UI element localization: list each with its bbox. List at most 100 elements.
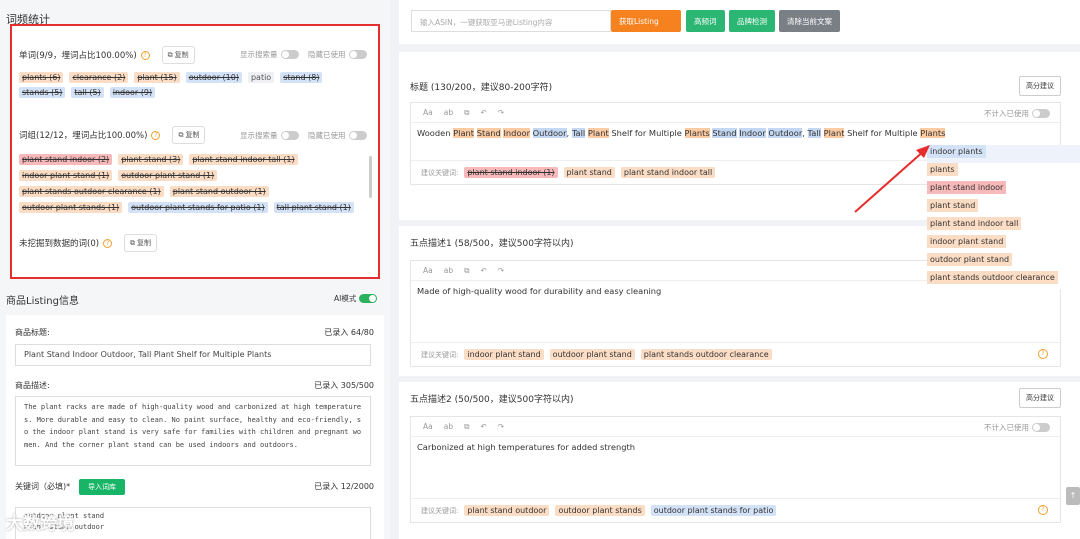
- brand-check-button[interactable]: 品牌检测: [729, 10, 775, 32]
- toggle-switch[interactable]: [1032, 423, 1050, 432]
- copy-icon[interactable]: ⧉: [464, 266, 469, 276]
- copy-unmined-button[interactable]: ⧉ 复制: [124, 234, 158, 252]
- suggested-keyword[interactable]: plant stands outdoor clearance: [640, 349, 772, 360]
- undo-icon[interactable]: ↶: [480, 266, 486, 275]
- keyword-tag[interactable]: outdoor plant stands for patio (1): [128, 202, 268, 213]
- high-score-button[interactable]: 高分建议: [1019, 76, 1061, 96]
- dropdown-row[interactable]: outdoor plant stand: [927, 253, 1080, 271]
- suggested-keyword[interactable]: plant stand indoor (1): [464, 167, 558, 178]
- hide-used-toggle-phrase[interactable]: 隐藏已使用: [308, 130, 367, 141]
- keyword-tag[interactable]: plant stand indoor tall (1): [189, 154, 298, 165]
- keyword-tag[interactable]: patio: [247, 72, 275, 83]
- font-case-icon[interactable]: Aa: [423, 266, 433, 275]
- keyword-tag[interactable]: plant stands outdoor clearance (1): [19, 186, 164, 197]
- keyword-tag[interactable]: plants (6): [19, 72, 64, 83]
- toggle-switch[interactable]: [348, 131, 367, 140]
- dropdown-row[interactable]: plant stands outdoor clearance: [927, 271, 1080, 289]
- suggested-keyword[interactable]: indoor plant stand: [464, 349, 544, 360]
- bullet2-editor[interactable]: Aa ab ⧉ ↶ ↷ 不计入已使用 Carbonized at high temper…: [410, 416, 1061, 523]
- keyword-tag[interactable]: plant stand outdoor (1): [169, 186, 269, 197]
- help-icon[interactable]: ?: [1038, 505, 1048, 515]
- toggle-switch[interactable]: [280, 50, 299, 59]
- keyword-tag[interactable]: plant stand indoor (2): [19, 154, 113, 165]
- keyword-tag[interactable]: plant stand (3): [118, 154, 184, 165]
- toggle-switch[interactable]: [348, 50, 367, 59]
- suggested-keyword[interactable]: outdoor plant stands for patio: [650, 505, 777, 516]
- copy-icon[interactable]: ⧉: [464, 108, 469, 118]
- toggle-switch[interactable]: [359, 294, 378, 303]
- keyword-tag[interactable]: indoor plant stand (1): [19, 170, 113, 181]
- hot-words-button[interactable]: 高频词: [686, 10, 725, 32]
- dropdown-row[interactable]: plant stand indoor tall: [927, 217, 1080, 235]
- phrase-scrollbar[interactable]: [369, 156, 372, 198]
- dropdown-item[interactable]: indoor plant stand: [927, 235, 1007, 248]
- keyword-label: 关键词（必填)*: [15, 482, 71, 491]
- toggle-switch[interactable]: [1032, 109, 1050, 118]
- dropdown-item[interactable]: plant stands outdoor clearance: [927, 271, 1058, 284]
- dropdown-row[interactable]: indoor plant stand: [927, 235, 1080, 253]
- not-count-used-toggle[interactable]: 不计入已使用: [984, 422, 1050, 433]
- dropdown-row[interactable]: plant stand: [927, 199, 1080, 217]
- suggested-keyword[interactable]: plant stand outdoor: [464, 505, 550, 516]
- scroll-top-icon[interactable]: ↑: [1066, 487, 1080, 505]
- keyword-tag[interactable]: plant (15): [134, 72, 180, 83]
- ai-mode-toggle[interactable]: AI模式: [334, 293, 378, 304]
- hide-used-toggle-single[interactable]: 隐藏已使用: [308, 49, 367, 60]
- high-score-button-2[interactable]: 高分建议: [1019, 388, 1061, 408]
- desc-textarea[interactable]: The plant racks are made of high-quality…: [15, 396, 371, 466]
- help-icon[interactable]: ?: [1038, 349, 1048, 359]
- dropdown-item[interactable]: plants: [927, 163, 958, 176]
- keyword-tag[interactable]: stand (8): [280, 72, 323, 83]
- lowercase-icon[interactable]: ab: [444, 422, 453, 431]
- suggested-keyword[interactable]: plant stand: [563, 167, 615, 178]
- lowercase-icon[interactable]: ab: [444, 266, 453, 275]
- keyword-tag[interactable]: tall plant stand (1): [273, 202, 354, 213]
- dropdown-row[interactable]: plants: [927, 163, 1080, 181]
- dropdown-item[interactable]: plant stand: [927, 199, 979, 212]
- asin-search-input[interactable]: 输入ASIN，一键获取亚马逊Listing内容: [411, 10, 611, 32]
- dropdown-item[interactable]: plant stand indoor: [927, 181, 1007, 194]
- suggested-keyword[interactable]: outdoor plant stands: [555, 505, 645, 516]
- bullet2-text[interactable]: Carbonized at high temperatures for adde…: [411, 437, 1060, 457]
- help-icon[interactable]: ?: [140, 50, 150, 60]
- show-search-toggle-phrase[interactable]: 显示搜索量: [240, 130, 299, 141]
- product-title-input[interactable]: Plant Stand Indoor Outdoor, Tall Plant S…: [15, 344, 371, 366]
- toggle-switch[interactable]: [280, 131, 299, 140]
- redo-icon[interactable]: ↷: [498, 108, 504, 117]
- redo-icon[interactable]: ↷: [498, 422, 504, 431]
- keyword-tag[interactable]: outdoor plant stand (1): [118, 170, 218, 181]
- help-icon[interactable]: ?: [103, 238, 113, 248]
- show-search-toggle-single[interactable]: 显示搜索量: [240, 49, 299, 60]
- highlighted-keyword: Tall: [807, 128, 821, 138]
- keyword-tag[interactable]: indoor (9): [109, 87, 156, 98]
- font-case-icon[interactable]: Aa: [423, 422, 433, 431]
- fetch-listing-button[interactable]: 获取Listing: [611, 10, 681, 32]
- suggested-keyword[interactable]: outdoor plant stand: [549, 349, 635, 360]
- suggested-keyword[interactable]: plant stand indoor tall: [620, 167, 716, 178]
- copy-single-button[interactable]: ⧉ 复制: [161, 46, 195, 64]
- redo-icon[interactable]: ↷: [498, 266, 504, 275]
- keyword-tag[interactable]: tall (5): [71, 87, 104, 98]
- keyword-tag[interactable]: stands (5): [19, 87, 66, 98]
- keyword-tag[interactable]: outdoor plant stands (1): [19, 202, 123, 213]
- highlighted-keyword: Stand: [712, 128, 737, 138]
- help-icon[interactable]: ?: [151, 130, 161, 140]
- copy-icon[interactable]: ⧉: [464, 422, 469, 432]
- dropdown-item[interactable]: plant stand indoor tall: [927, 217, 1022, 230]
- undo-icon[interactable]: ↶: [480, 108, 486, 117]
- not-count-used-toggle[interactable]: 不计入已使用: [984, 108, 1050, 119]
- dropdown-item[interactable]: indoor plants: [927, 145, 986, 158]
- keyword-tag[interactable]: clearance (2): [69, 72, 129, 83]
- undo-icon[interactable]: ↶: [480, 422, 486, 431]
- dropdown-row[interactable]: indoor plants: [927, 145, 1080, 163]
- dropdown-item[interactable]: outdoor plant stand: [927, 253, 1013, 266]
- bullet2-panel: 五点描述2 (50/500，建议500字符以内) 高分建议 Aa ab ⧉ ↶ ↷ 不计…: [399, 382, 1080, 539]
- dropdown-row[interactable]: plant stand indoor: [927, 181, 1080, 199]
- font-case-icon[interactable]: Aa: [423, 108, 433, 117]
- import-lexicon-button[interactable]: 导入词库: [79, 479, 125, 495]
- copy-phrase-button[interactable]: ⧉ 复制: [172, 126, 206, 144]
- clear-copy-button[interactable]: 清除当前文案: [779, 10, 840, 32]
- lowercase-icon[interactable]: ab: [444, 108, 453, 117]
- title-text[interactable]: Wooden Plant Stand Indoor Outdoor, Tall …: [411, 123, 1060, 143]
- keyword-tag[interactable]: outdoor (10): [185, 72, 242, 83]
